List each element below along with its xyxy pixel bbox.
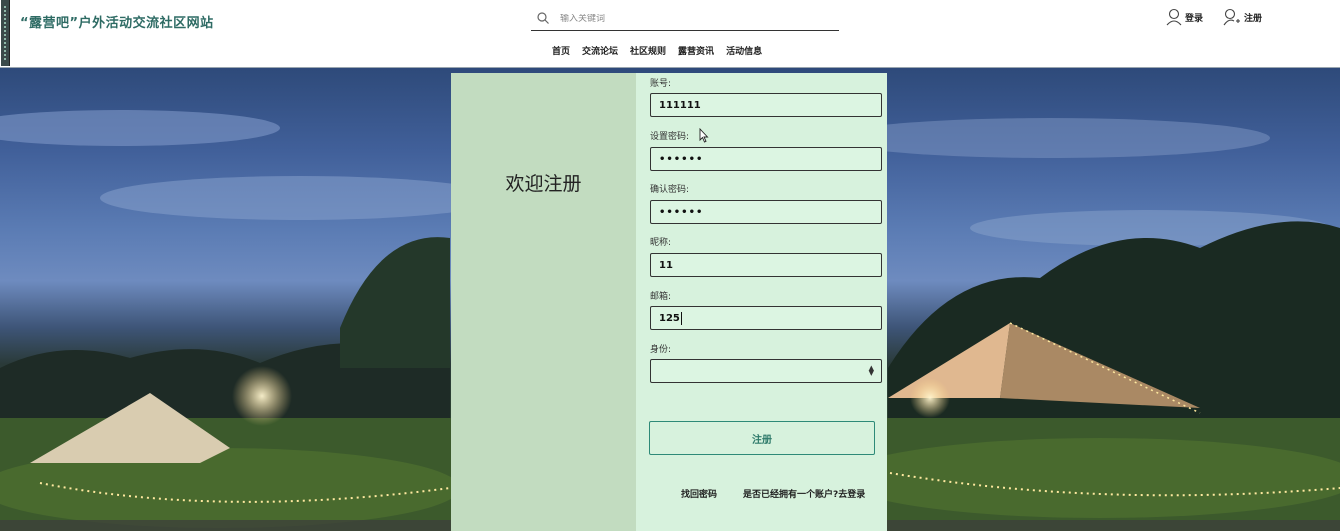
register-button[interactable]: 注册 bbox=[649, 421, 875, 455]
email-input[interactable]: 125 bbox=[650, 306, 882, 330]
welcome-heading: 欢迎注册 bbox=[505, 173, 582, 195]
nav-rules[interactable]: 社区规则 bbox=[630, 44, 666, 57]
user-add-icon bbox=[1223, 8, 1241, 26]
register-label: 注册 bbox=[1244, 13, 1263, 24]
confirm-password-input[interactable]: •••••• bbox=[650, 200, 882, 224]
text-caret bbox=[680, 311, 682, 325]
user-icon bbox=[1166, 8, 1182, 26]
register-panel: 欢迎注册 账号: 111111 设置密码: •••••• 确认密码: •••••… bbox=[451, 73, 887, 531]
register-form: 账号: 111111 设置密码: •••••• 确认密码: •••••• 昵称:… bbox=[636, 73, 887, 531]
nav-forum[interactable]: 交流论坛 bbox=[582, 44, 618, 57]
email-value: 125 bbox=[659, 312, 680, 324]
nickname-input[interactable]: 11 bbox=[650, 253, 882, 277]
nav-activities[interactable]: 活动信息 bbox=[726, 44, 762, 57]
register-link[interactable]: 注册 bbox=[1223, 8, 1262, 26]
nickname-label: 昵称: bbox=[650, 238, 672, 248]
email-label: 邮箱: bbox=[650, 292, 672, 302]
nav-home[interactable]: 首页 bbox=[552, 44, 570, 57]
go-login-link[interactable]: 是否已经拥有一个账户?去登录 bbox=[743, 487, 865, 500]
forgot-password-link[interactable]: 找回密码 bbox=[681, 487, 717, 500]
account-input[interactable]: 111111 bbox=[650, 93, 882, 117]
mouse-cursor-icon bbox=[699, 127, 709, 147]
user-links: 登录 注册 bbox=[1166, 8, 1262, 26]
account-label: 账号: bbox=[650, 79, 672, 89]
search-icon[interactable] bbox=[536, 11, 552, 27]
login-label: 登录 bbox=[1185, 13, 1204, 24]
side-strip bbox=[1, 0, 10, 66]
panel-left: 欢迎注册 bbox=[451, 73, 636, 531]
top-header: “露营吧”户外活动交流社区网站 首页 交流论坛 社区规则 露营资讯 活动信息 登… bbox=[0, 0, 1340, 68]
select-arrow-icon: ▲ ▼ bbox=[868, 364, 874, 377]
confirm-password-label: 确认密码: bbox=[650, 185, 690, 195]
password-label: 设置密码: bbox=[650, 132, 690, 142]
login-link[interactable]: 登录 bbox=[1166, 8, 1203, 26]
password-input[interactable]: •••••• bbox=[650, 147, 882, 171]
role-label: 身份: bbox=[650, 345, 672, 355]
nav-news[interactable]: 露营资讯 bbox=[678, 44, 714, 57]
search-bar bbox=[531, 8, 839, 31]
site-title[interactable]: “露营吧”户外活动交流社区网站 bbox=[20, 12, 214, 31]
main-nav: 首页 交流论坛 社区规则 露营资讯 活动信息 bbox=[552, 44, 762, 57]
search-input[interactable] bbox=[560, 14, 820, 24]
role-select[interactable]: ▲ ▼ bbox=[650, 359, 882, 383]
